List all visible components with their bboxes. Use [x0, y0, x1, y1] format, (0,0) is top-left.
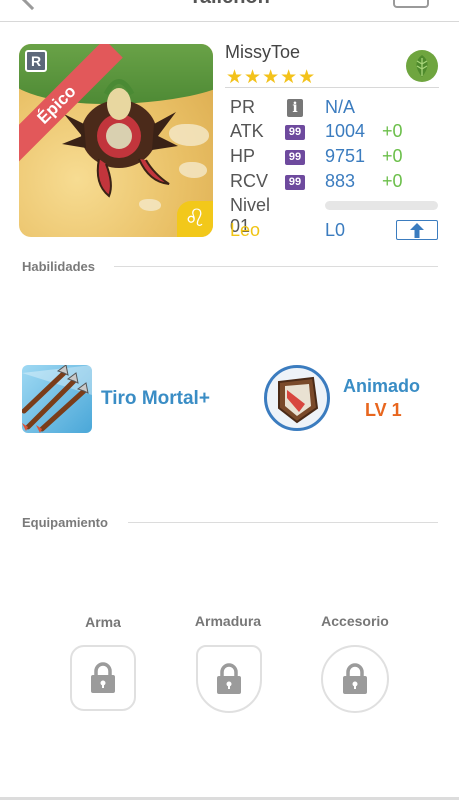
- slot-label-accessory: Accesorio: [321, 613, 389, 629]
- stat-value: 883: [325, 171, 356, 191]
- hero-portrait[interactable]: R Épico ♌: [19, 44, 213, 237]
- level-progress-bar: [325, 201, 438, 210]
- lock-icon: [217, 663, 241, 694]
- section-title-abilities: Habilidades: [22, 259, 95, 274]
- arrow-up-icon: [410, 223, 424, 238]
- shield-emblem-icon[interactable]: [264, 365, 330, 431]
- rarity-badge: R: [25, 50, 47, 72]
- stat-bonus: +0: [382, 171, 403, 191]
- stat-bonus: +0: [382, 121, 403, 141]
- stat-value: N/A: [325, 97, 356, 117]
- zodiac-sign: Leo: [230, 220, 261, 240]
- stat-label: ATK: [230, 121, 264, 141]
- section-divider: [128, 522, 438, 523]
- section-divider: [114, 266, 438, 267]
- page-title: Tallehon: [0, 0, 459, 9]
- arrows-skill-icon[interactable]: [22, 365, 92, 433]
- stat-divider: [225, 87, 439, 88]
- stat-value: 9751: [325, 146, 366, 166]
- armor-slot[interactable]: [196, 645, 262, 713]
- hero-name: MissyToe: [225, 42, 301, 62]
- stat-label: PR: [230, 97, 256, 117]
- weapon-slot[interactable]: [70, 645, 136, 711]
- stat-value: 1004: [325, 121, 366, 141]
- passive-level: LV 1: [365, 400, 402, 420]
- top-bar: Tallehon: [0, 0, 459, 22]
- accessory-slot[interactable]: [321, 645, 389, 713]
- lock-icon: [91, 662, 115, 693]
- stat-bonus: +0: [382, 146, 403, 166]
- max-level-badge: 99: [285, 150, 305, 165]
- lock-icon: [343, 663, 367, 694]
- slot-label-weapon: Arma: [85, 614, 121, 630]
- max-level-badge: 99: [285, 175, 305, 190]
- max-level-badge: 99: [285, 125, 305, 140]
- star-rating: ★★★★★: [226, 67, 317, 88]
- upgrade-button[interactable]: [396, 220, 438, 240]
- leaf-icon: [406, 50, 438, 82]
- passive-name[interactable]: Animado: [343, 376, 420, 397]
- eye-icon[interactable]: [393, 0, 429, 8]
- slot-label-armor: Armadura: [194, 613, 262, 629]
- section-title-equipment: Equipamiento: [22, 515, 108, 530]
- limit-level: L0: [325, 220, 346, 240]
- stat-label: RCV: [230, 171, 269, 191]
- stat-label: HP: [230, 146, 256, 166]
- info-icon[interactable]: i: [287, 99, 303, 117]
- zodiac-icon: ♌: [177, 201, 213, 237]
- skill-name[interactable]: Tiro Mortal+: [101, 388, 210, 410]
